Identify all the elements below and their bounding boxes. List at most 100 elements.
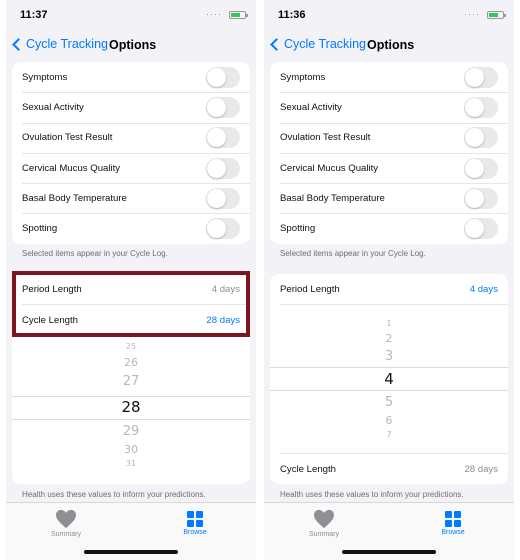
toggle-list: Symptoms Sexual Activity Ovulation Test …: [270, 62, 508, 244]
picker-item: 27: [122, 374, 140, 389]
toggle-label: Spotting: [22, 223, 58, 235]
settings-footer-note: Health uses these values to inform your …: [22, 490, 206, 499]
toggle-knob: [465, 188, 484, 208]
toggle-row-basal-temperature: Basal Body Temperature: [270, 183, 508, 213]
sexual-activity-toggle[interactable]: [206, 96, 240, 118]
tab-browse-label: Browse: [183, 529, 207, 536]
toggle-row-sexual-activity: Sexual Activity: [12, 92, 250, 122]
symptoms-toggle[interactable]: [464, 66, 498, 88]
tab-summary[interactable]: Summary: [299, 509, 349, 538]
toggle-label: Sexual Activity: [280, 101, 342, 113]
toggle-label: Cervical Mucus Quality: [22, 162, 121, 174]
sexual-activity-toggle[interactable]: [464, 96, 498, 118]
spotting-toggle[interactable]: [464, 218, 498, 240]
toggle-knob: [207, 158, 226, 178]
toggle-label: Basal Body Temperature: [280, 192, 385, 204]
period-length-row[interactable]: Period Length 4 days: [270, 274, 508, 304]
toggle-row-symptoms: Symptoms: [270, 62, 508, 92]
ovulation-test-toggle[interactable]: [464, 127, 498, 149]
browse-grid-icon: [445, 511, 461, 527]
toggle-label: Symptoms: [22, 71, 68, 83]
toggle-label: Ovulation Test Result: [280, 132, 371, 144]
status-time: 11:36: [278, 9, 306, 21]
signal-icon: ····: [206, 9, 222, 19]
toggle-label: Sexual Activity: [22, 101, 84, 113]
cervical-mucus-toggle[interactable]: [464, 157, 498, 179]
tab-bar: Summary Browse: [264, 502, 514, 560]
cycle-length-row[interactable]: Cycle Length 28 days: [270, 454, 508, 484]
tab-summary-label: Summary: [309, 531, 339, 538]
battery-icon: [229, 11, 248, 19]
toggle-label: Ovulation Test Result: [22, 132, 113, 144]
picker-selected-item: 28: [121, 398, 141, 416]
home-indicator: [342, 550, 436, 554]
toggle-row-cervical-mucus: Cervical Mucus Quality: [270, 152, 508, 183]
toggle-label: Basal Body Temperature: [22, 192, 127, 204]
cervical-mucus-toggle[interactable]: [206, 157, 240, 179]
battery-icon: [487, 11, 506, 19]
toggle-footer-note: Selected items appear in your Cycle Log.: [22, 249, 168, 258]
heart-icon: [55, 509, 77, 529]
basal-temperature-toggle[interactable]: [206, 187, 240, 209]
toggle-label: Spotting: [280, 223, 316, 235]
toggle-knob: [465, 219, 484, 239]
cycle-length-label: Cycle Length: [280, 463, 336, 475]
tab-bar: Summary Browse: [6, 502, 256, 560]
toggle-footer-note: Selected items appear in your Cycle Log.: [280, 249, 426, 258]
toggle-row-ovulation-test: Ovulation Test Result: [270, 122, 508, 153]
status-bar: 11:37 ····: [6, 0, 256, 30]
back-label: Cycle Tracking: [284, 37, 366, 51]
back-button[interactable]: Cycle Tracking: [8, 37, 108, 51]
toggle-knob: [465, 128, 484, 148]
period-length-label: Period Length: [280, 283, 340, 295]
toggle-knob: [207, 67, 226, 87]
status-time: 11:37: [20, 9, 48, 21]
picker-item: 2: [385, 332, 393, 345]
toggle-knob: [207, 128, 226, 148]
ovulation-test-toggle[interactable]: [206, 127, 240, 149]
picker-item: 29: [122, 424, 140, 439]
toggle-list: Symptoms Sexual Activity Ovulation Test …: [12, 62, 250, 244]
tab-browse[interactable]: Browse: [170, 509, 220, 536]
toggle-knob: [207, 188, 226, 208]
tab-summary[interactable]: Summary: [41, 509, 91, 538]
tab-browse[interactable]: Browse: [428, 509, 478, 536]
spotting-toggle[interactable]: [206, 218, 240, 240]
picker-item: 26: [124, 356, 138, 369]
picker-item: 5: [384, 395, 394, 410]
highlight-annotation: [12, 271, 250, 337]
page-title: Options: [109, 38, 157, 52]
home-indicator: [84, 550, 178, 554]
navigation-bar: Cycle Tracking Options: [264, 34, 514, 58]
heart-icon: [313, 509, 335, 529]
symptoms-toggle[interactable]: [206, 66, 240, 88]
toggle-row-basal-temperature: Basal Body Temperature: [12, 183, 250, 213]
period-length-picker[interactable]: 1 2 3 4 5 6 7: [270, 305, 508, 453]
tab-summary-label: Summary: [51, 531, 81, 538]
toggle-row-cervical-mucus: Cervical Mucus Quality: [12, 152, 250, 183]
picker-item: 6: [385, 414, 393, 427]
toggle-knob: [207, 97, 226, 117]
page-title: Options: [367, 38, 415, 52]
status-bar: 11:36 ····: [264, 0, 514, 30]
chevron-left-icon: [270, 37, 283, 51]
length-settings: Period Length 4 days 1 2 3 4 5 6 7 Cycle…: [270, 274, 508, 484]
back-button[interactable]: Cycle Tracking: [266, 37, 366, 51]
toggle-knob: [465, 97, 484, 117]
picker-item: 3: [384, 349, 394, 364]
toggle-knob: [465, 67, 484, 87]
picker-item: 30: [124, 443, 138, 456]
chevron-left-icon: [12, 37, 25, 51]
cycle-length-picker[interactable]: 25 26 27 28 29 30 31: [12, 336, 250, 484]
toggle-row-spotting: Spotting: [12, 213, 250, 243]
basal-temperature-toggle[interactable]: [464, 187, 498, 209]
browse-grid-icon: [187, 511, 203, 527]
picker-item: 1: [386, 319, 392, 328]
picker-item: 31: [125, 459, 137, 468]
signal-icon: ····: [464, 9, 480, 19]
picker-selected-item: 4: [384, 370, 394, 388]
right-screen: 11:36 ···· Cycle Tracking Options Sympto…: [264, 0, 514, 560]
cycle-length-value: 28 days: [464, 463, 498, 475]
period-length-value: 4 days: [469, 283, 498, 295]
toggle-knob: [207, 219, 226, 239]
